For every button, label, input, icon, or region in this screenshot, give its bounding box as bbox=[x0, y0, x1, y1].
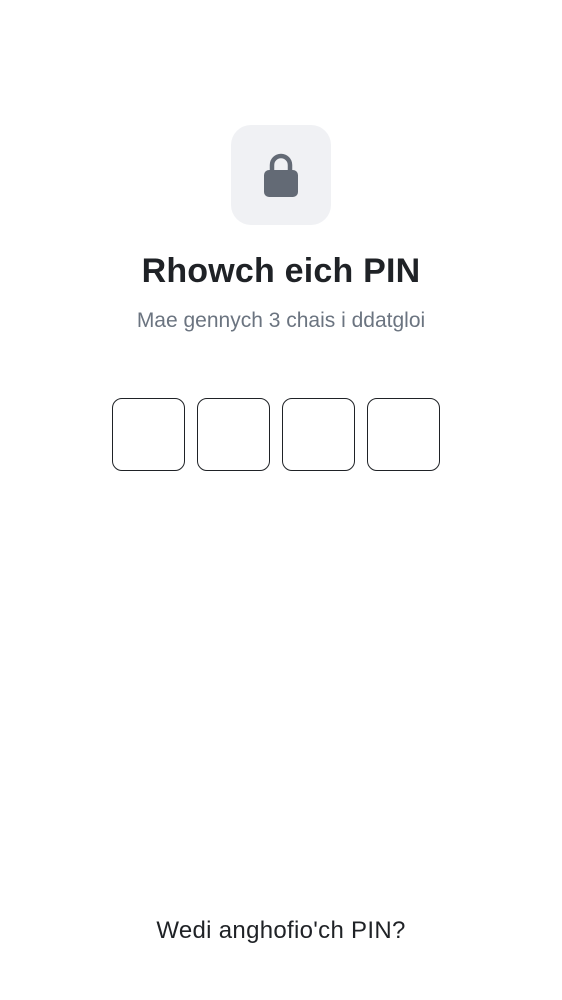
pin-input-group bbox=[112, 398, 452, 474]
forgot-pin-link[interactable]: Wedi anghofio'ch PIN? bbox=[0, 915, 562, 947]
pin-digit-2[interactable] bbox=[197, 398, 270, 471]
page-title: Rhowch eich PIN bbox=[141, 252, 421, 290]
lock-icon bbox=[263, 152, 299, 198]
pin-digit-3[interactable] bbox=[282, 398, 355, 471]
pin-entry-screen: Rhowch eich PIN Mae gennych 3 chais i dd… bbox=[0, 0, 562, 1000]
attempts-remaining-text: Mae gennych 3 chais i ddatgloi bbox=[136, 309, 426, 332]
pin-digit-4[interactable] bbox=[367, 398, 440, 471]
lock-tile bbox=[231, 125, 331, 225]
pin-digit-1[interactable] bbox=[112, 398, 185, 471]
